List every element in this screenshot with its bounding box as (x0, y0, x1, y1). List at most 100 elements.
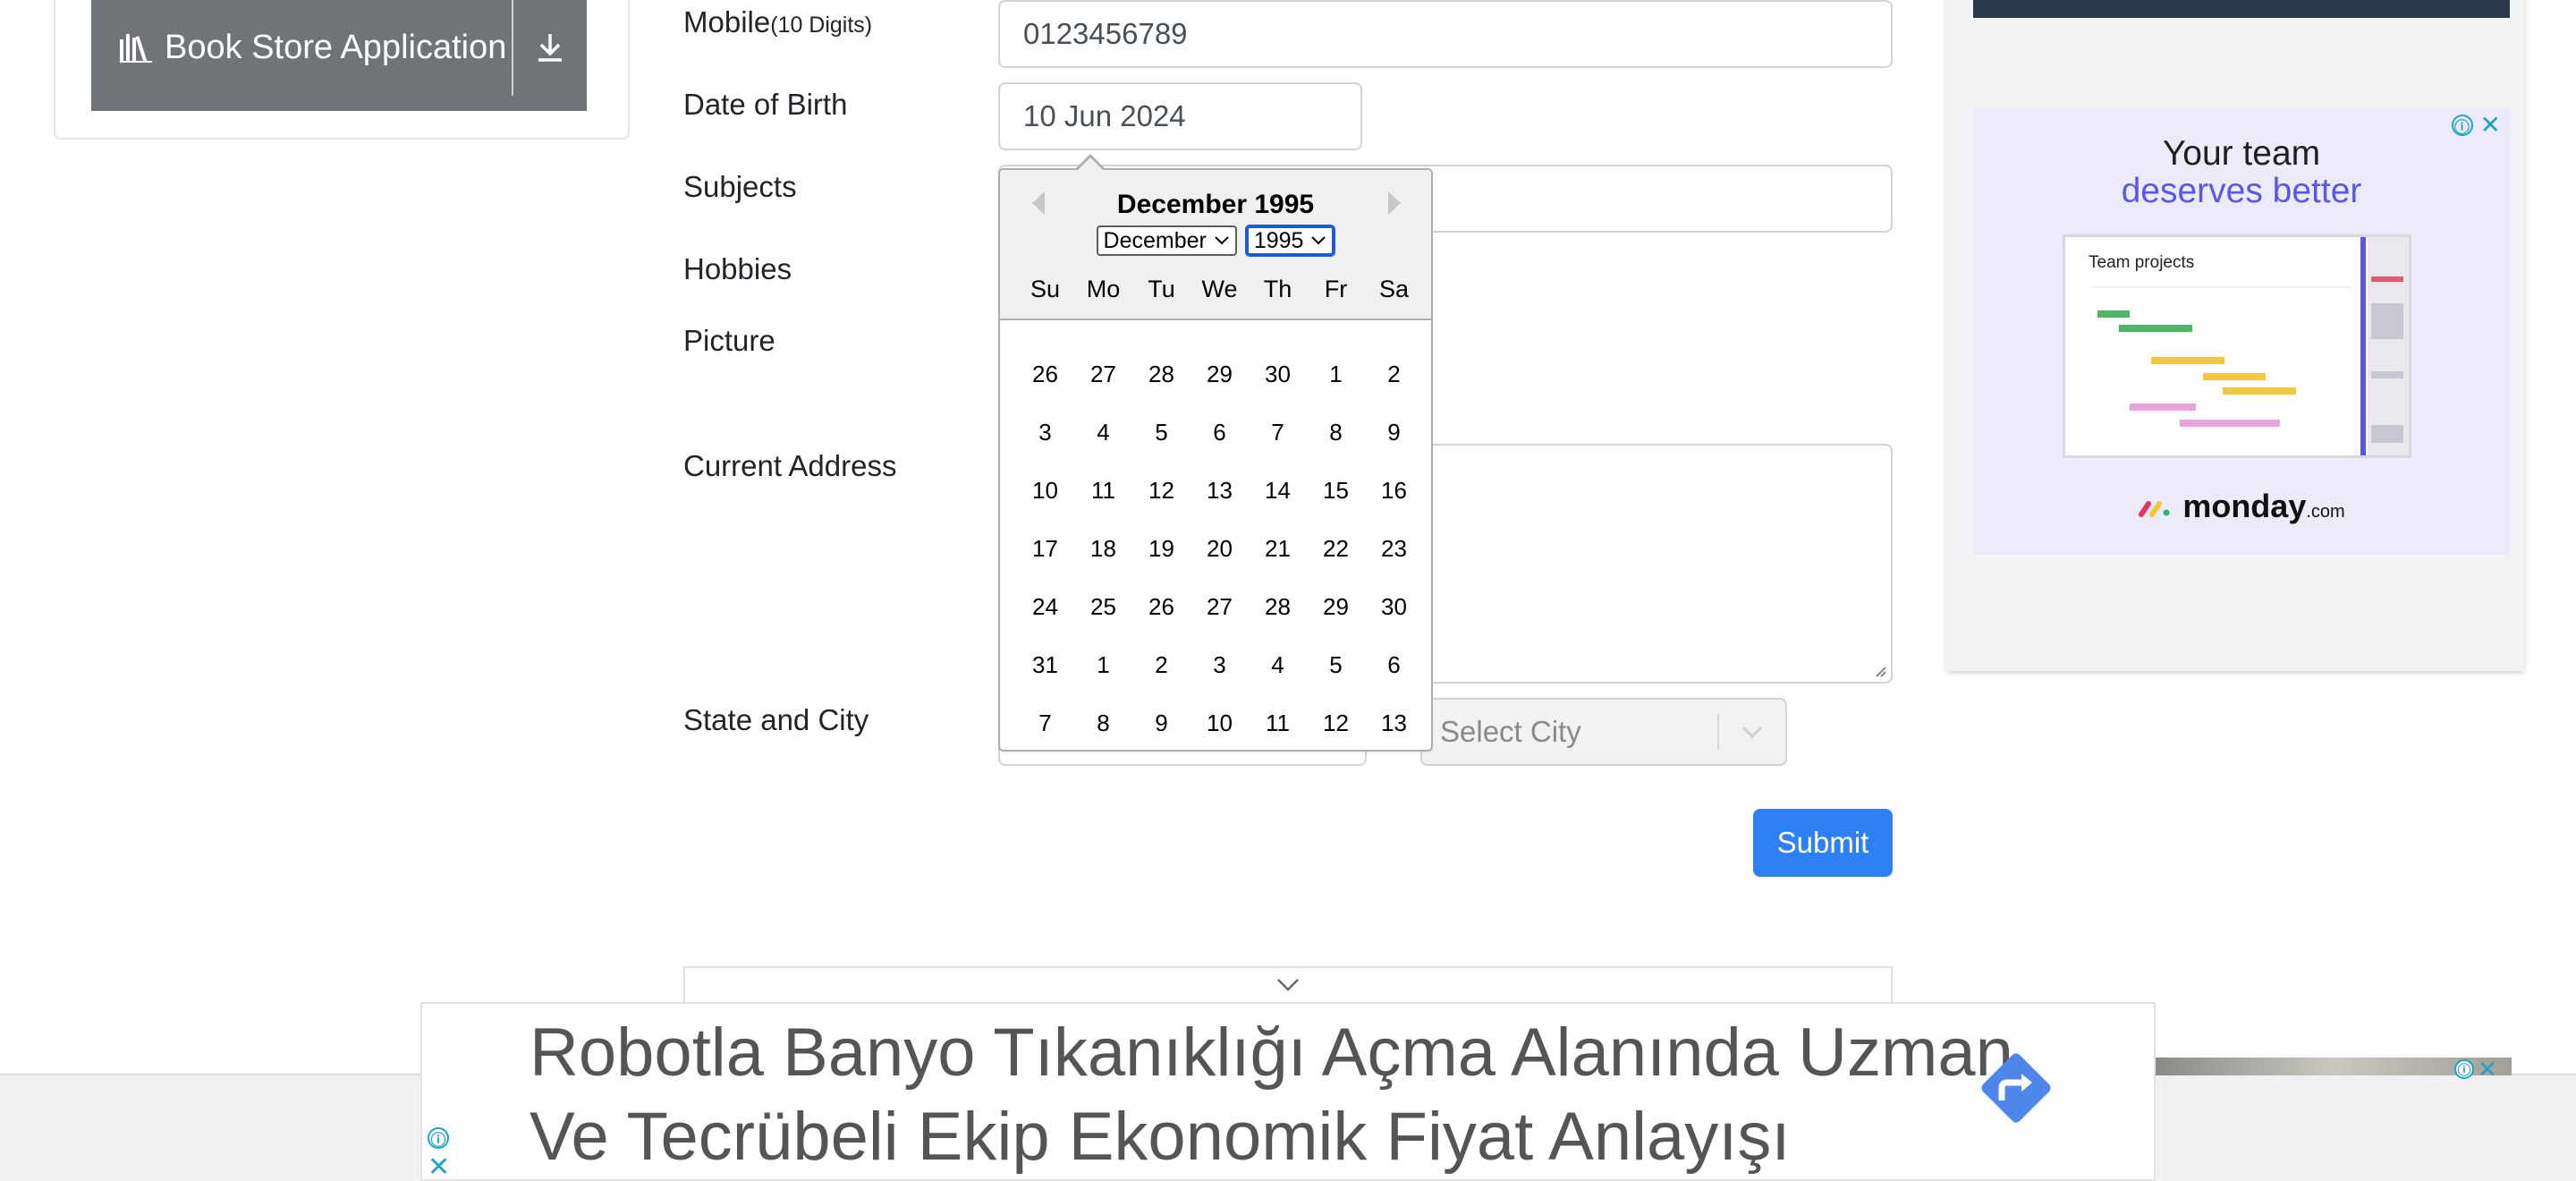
calendar-day[interactable]: 30 (1365, 578, 1423, 636)
calendar-day[interactable]: 2 (1365, 345, 1423, 404)
calendar-day[interactable]: 10 (1016, 462, 1074, 520)
calendar-day[interactable]: 4 (1074, 404, 1132, 462)
sidebar-ad[interactable]: ⓘ ✕ Your team deserves better Team proje… (1946, 0, 2524, 671)
ad-subheadline: deserves better (2121, 172, 2362, 210)
year-select[interactable]: 1995 (1244, 225, 1336, 257)
calendar-day[interactable]: 4 (1249, 636, 1307, 694)
calendar-day[interactable]: 23 (1365, 520, 1423, 578)
calendar-day[interactable]: 13 (1365, 694, 1423, 752)
bottom-ad-banner[interactable]: Robotla Banyo Tıkanıklığı Açma Alanında … (420, 1002, 2156, 1181)
download-button[interactable] (513, 0, 587, 111)
calendar-day[interactable]: 11 (1074, 462, 1132, 520)
bottom-ad-line-2: Ve Tecrübeli Ekip Ekonomik Fiyat Anlayış… (530, 1099, 1791, 1175)
book-store-menu: Book Store Application (91, 0, 587, 111)
calendar-day[interactable]: 31 (1016, 636, 1074, 694)
dob-label: Date of Birth (683, 88, 848, 121)
calendar-day[interactable]: 5 (1132, 404, 1191, 462)
info-icon[interactable]: ⓘ (428, 1127, 449, 1149)
calendar-day[interactable]: 29 (1307, 578, 1365, 636)
weekday-header: Su (1030, 276, 1061, 302)
info-icon[interactable]: ⓘ (2454, 1059, 2474, 1079)
calendar-day[interactable]: 19 (1132, 520, 1191, 578)
bottom-ad-text: Robotla Banyo Tıkanıklığı Açma Alanında … (530, 1011, 2013, 1179)
weekday-header: Th (1263, 276, 1292, 302)
calendar-day[interactable]: 8 (1074, 694, 1132, 752)
state-city-label: State and City (683, 703, 869, 736)
calendar-day[interactable]: 9 (1365, 404, 1423, 462)
calendar-day[interactable]: 9 (1132, 694, 1191, 752)
calendar-day[interactable]: 12 (1307, 694, 1365, 752)
close-icon[interactable]: ✕ (2478, 1058, 2497, 1081)
calendar-day[interactable]: 28 (1249, 578, 1307, 636)
chevron-down-icon[interactable] (1275, 977, 1301, 993)
ad-screenshot: Team projects (2063, 234, 2411, 458)
city-placeholder: Select City (1440, 715, 1581, 748)
submit-button[interactable]: Submit (1753, 809, 1893, 877)
calendar-day[interactable]: 1 (1074, 636, 1132, 694)
calendar-day[interactable]: 17 (1016, 520, 1074, 578)
weekday-header: Mo (1086, 276, 1121, 302)
weekday-header: Fr (1324, 276, 1348, 302)
calendar-day[interactable]: 15 (1307, 462, 1365, 520)
mobile-input[interactable]: 0123456789 (998, 0, 1893, 68)
datepicker-header: December 1995 December 1995 Su Mo Tu We Th Fr… (1000, 170, 1431, 320)
calendar-day[interactable]: 18 (1074, 520, 1132, 578)
book-store-label: Book Store Application (165, 28, 507, 66)
monday-logo-icon (2139, 501, 2170, 518)
month-select[interactable]: December (1096, 225, 1237, 256)
calendar-day[interactable]: 26 (1016, 345, 1074, 404)
calendar-day[interactable]: 26 (1132, 578, 1191, 636)
calendar-day[interactable]: 6 (1191, 404, 1249, 462)
calendar-day[interactable]: 21 (1249, 520, 1307, 578)
mobile-label: Mobile(10 Digits) (683, 5, 873, 38)
gantt-chart-image (2092, 237, 2409, 455)
weekday-header: Sa (1378, 276, 1410, 302)
datepicker: December 1995 December 1995 Su Mo Tu We Th Fr… (998, 168, 1433, 752)
ad-top-bar (1973, 0, 2510, 18)
close-icon[interactable]: ✕ (428, 1154, 450, 1181)
calendar-day[interactable]: 29 (1191, 345, 1249, 404)
weekday-header: Tu (1148, 276, 1175, 302)
book-store-button[interactable]: Book Store Application (91, 0, 512, 111)
calendar-day[interactable]: 8 (1307, 404, 1365, 462)
calendar-day[interactable]: 27 (1074, 345, 1132, 404)
sidebar-card: Book Store Application (54, 0, 630, 140)
weekday-header: We (1201, 276, 1238, 302)
calendar-day[interactable]: 3 (1016, 404, 1074, 462)
calendar-day[interactable]: 1 (1307, 345, 1365, 404)
calendar-day[interactable]: 16 (1365, 462, 1423, 520)
calendar-day[interactable]: 24 (1016, 578, 1074, 636)
calendar-day[interactable]: 11 (1249, 694, 1307, 752)
calendar-day[interactable]: 6 (1365, 636, 1423, 694)
calendar-day[interactable]: 12 (1132, 462, 1191, 520)
datepicker-pointer-inner (1078, 157, 1103, 170)
calendar-day[interactable]: 28 (1132, 345, 1191, 404)
calendar-day[interactable]: 3 (1191, 636, 1249, 694)
calendar-day[interactable]: 7 (1249, 404, 1307, 462)
directions-arrow-icon[interactable] (1975, 1047, 2057, 1129)
calendar-day[interactable]: 27 (1191, 578, 1249, 636)
download-icon (538, 34, 562, 62)
calendar-day[interactable]: 10 (1191, 694, 1249, 752)
dob-input[interactable]: 10 Jun 2024 (998, 82, 1362, 150)
calendar-day[interactable]: 22 (1307, 520, 1365, 578)
datepicker-title: December 1995 (1116, 190, 1315, 219)
calendar-day[interactable]: 7 (1016, 694, 1074, 752)
hobbies-label: Hobbies (683, 252, 792, 285)
ad-brand: monday.com (1973, 488, 2510, 525)
calendar-day[interactable]: 25 (1074, 578, 1132, 636)
close-icon[interactable]: ✕ (2480, 113, 2501, 138)
city-select[interactable]: Select City (1420, 698, 1787, 766)
bottom-ad-line-1: Robotla Banyo Tıkanıklığı Açma Alanında … (530, 1015, 2013, 1091)
info-icon[interactable]: ⓘ (2451, 115, 2473, 136)
calendar-day[interactable]: 20 (1191, 520, 1249, 578)
calendar-day[interactable]: 14 (1249, 462, 1307, 520)
calendar-day[interactable]: 5 (1307, 636, 1365, 694)
subjects-label: Subjects (683, 170, 797, 203)
resize-handle-icon[interactable] (1871, 662, 1887, 678)
calendar-day[interactable]: 13 (1191, 462, 1249, 520)
ad-panel[interactable]: ⓘ ✕ Your team deserves better Team proje… (1973, 107, 2510, 555)
calendar-day[interactable]: 30 (1249, 345, 1307, 404)
calendar-day[interactable]: 2 (1132, 636, 1191, 694)
chevron-down-icon (1719, 725, 1785, 739)
